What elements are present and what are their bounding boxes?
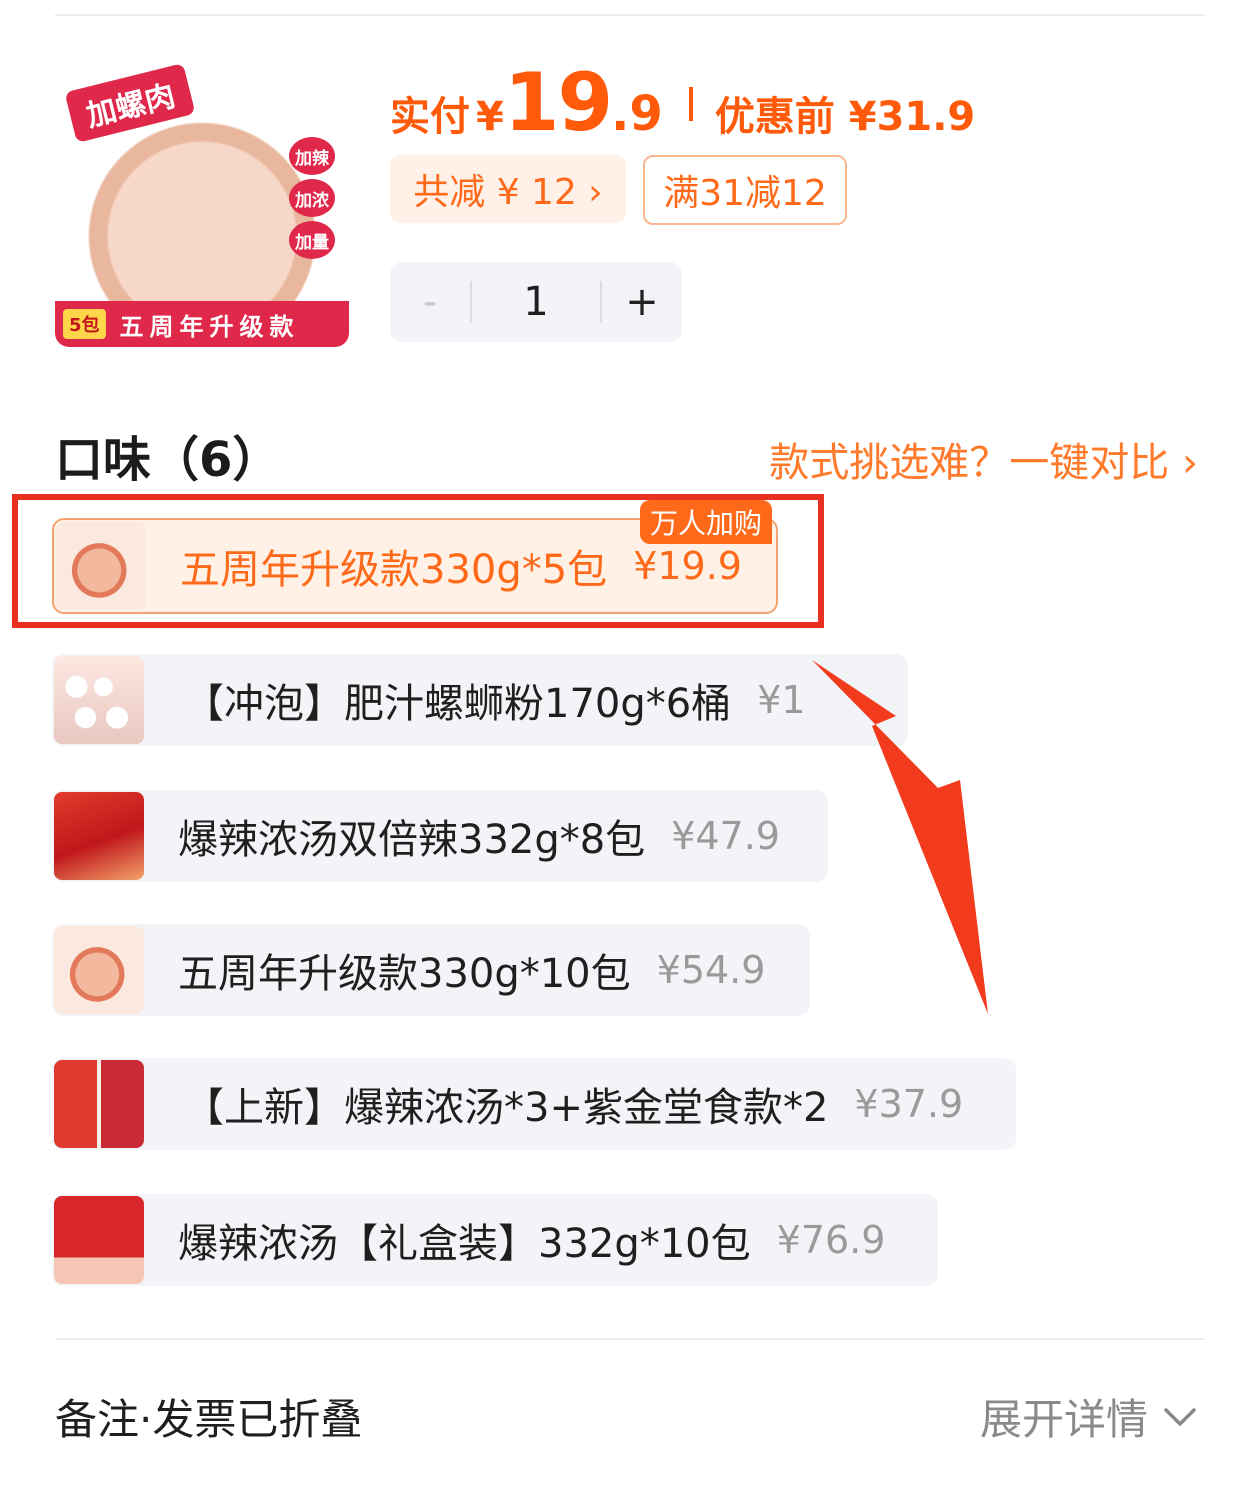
notes-invoice-collapsed: 备注·发票已折叠 (55, 1395, 363, 1444)
chevron-down-icon (1164, 1407, 1196, 1426)
annotation-arrow (812, 660, 988, 1014)
expand-details[interactable]: 展开详情 (980, 1386, 1198, 1447)
expand-details-label: 展开详情 (979, 1395, 1148, 1444)
footer-divider (55, 1338, 1205, 1340)
